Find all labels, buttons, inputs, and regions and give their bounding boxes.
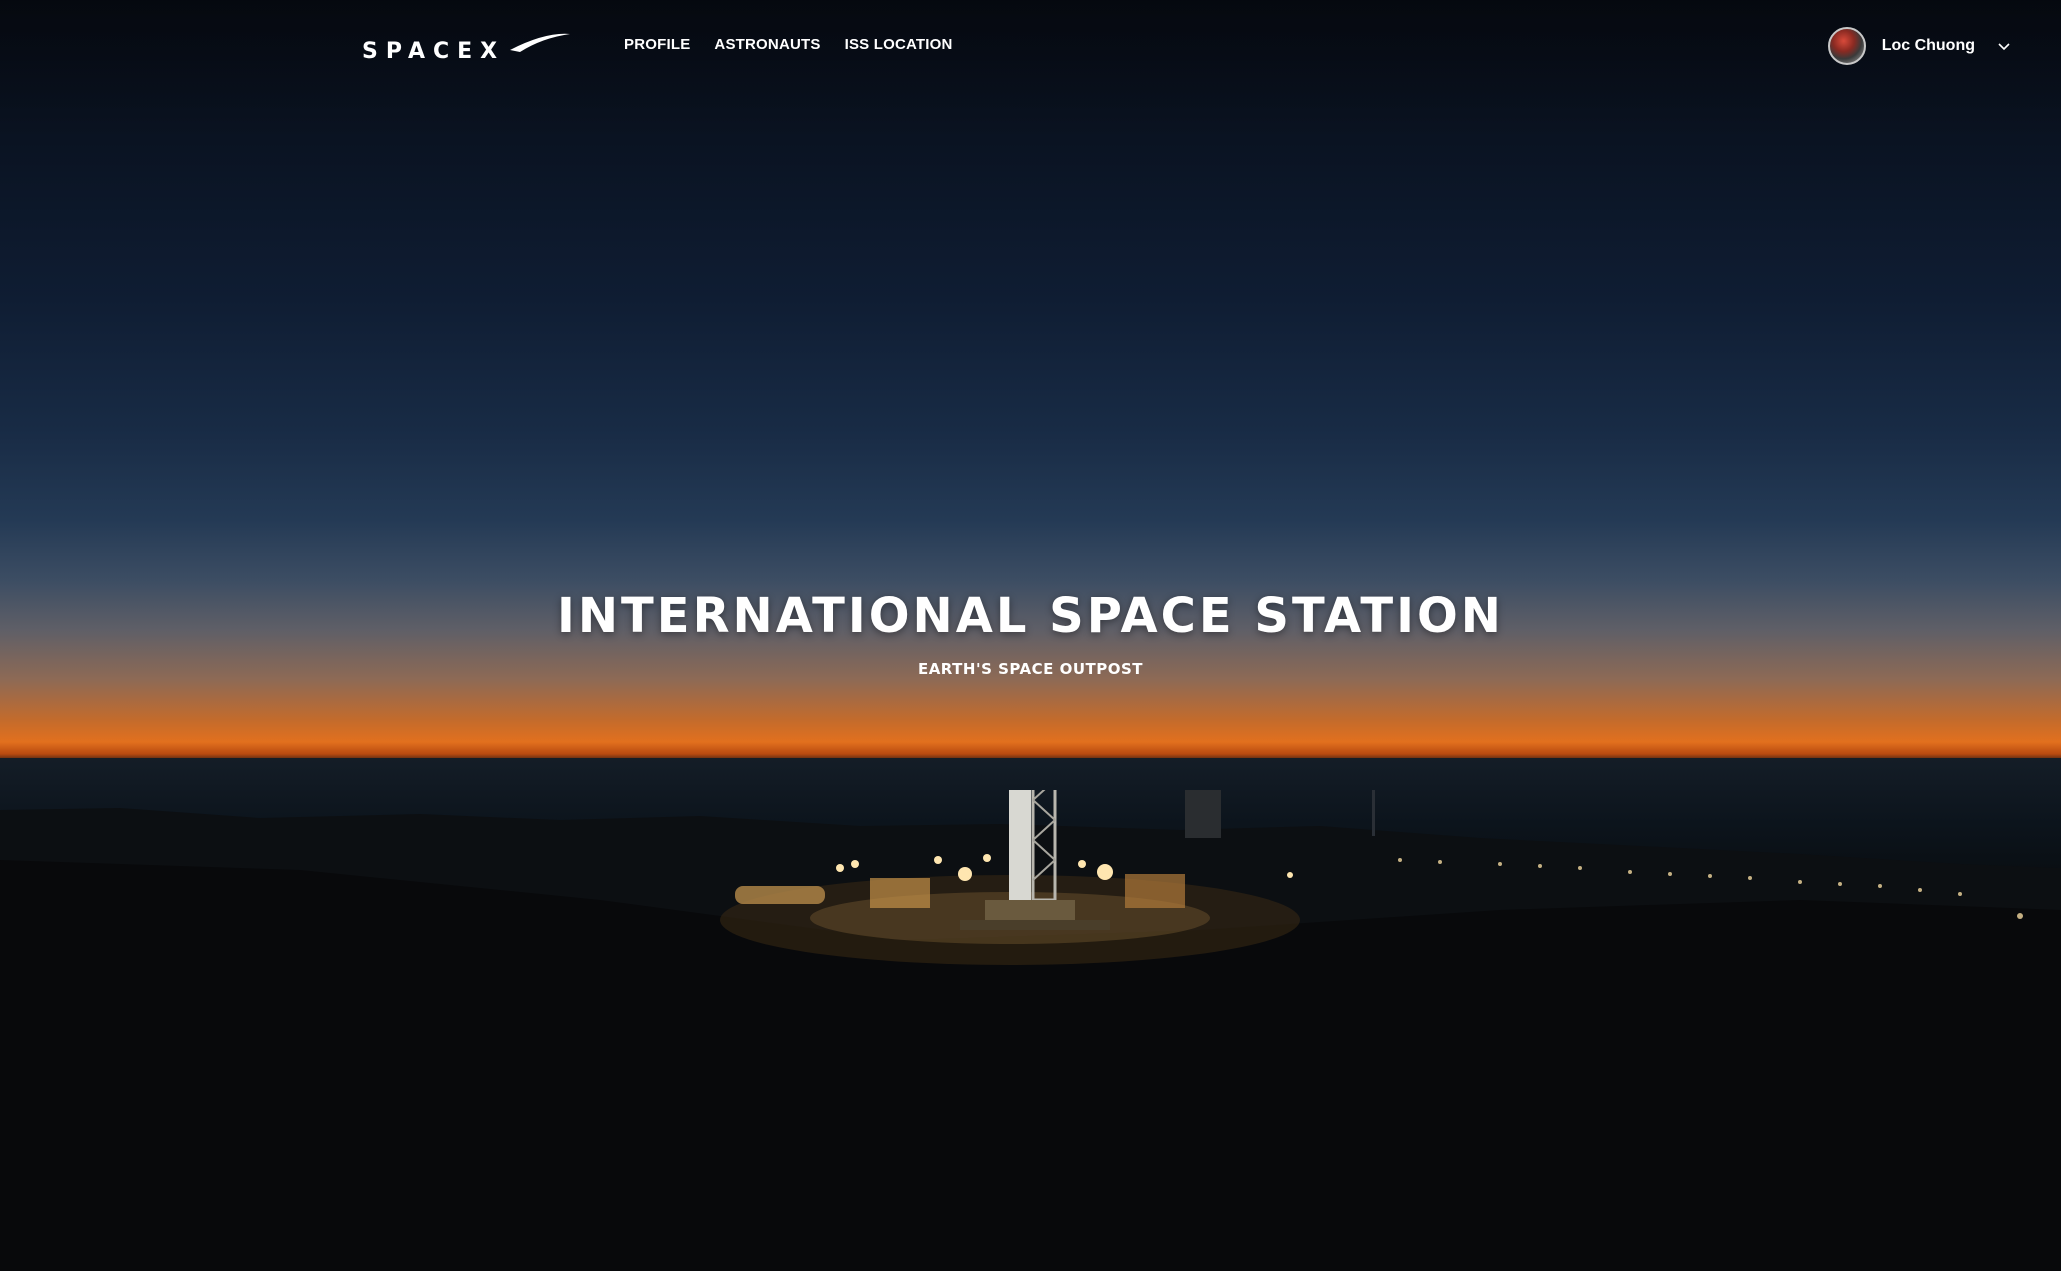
nav-iss-location[interactable]: ISS LOCATION	[845, 36, 953, 53]
user-menu[interactable]: Loc Chuong	[1827, 25, 2011, 67]
chevron-down-icon[interactable]	[1997, 39, 2011, 53]
logo-wordmark: SPACEX	[362, 39, 505, 64]
user-name[interactable]: Loc Chuong	[1882, 37, 1975, 55]
nav-astronauts[interactable]: ASTRONAUTS	[714, 36, 820, 53]
navbar: SPACEX PROFILE ASTRONAUTS ISS LOCATION L…	[0, 0, 2061, 94]
hero-subtitle: EARTH'S SPACE OUTPOST	[917, 660, 1144, 678]
avatar[interactable]	[1827, 27, 1866, 65]
nav-profile[interactable]: PROFILE	[624, 36, 690, 53]
hero-section: SPACEX PROFILE ASTRONAUTS ISS LOCATION L…	[0, 0, 2061, 1271]
hero-title: INTERNATIONAL SPACE STATION	[557, 588, 1504, 644]
spacex-logo[interactable]: SPACEX	[360, 30, 570, 64]
nav-links: PROFILE ASTRONAUTS ISS LOCATION	[624, 36, 953, 53]
